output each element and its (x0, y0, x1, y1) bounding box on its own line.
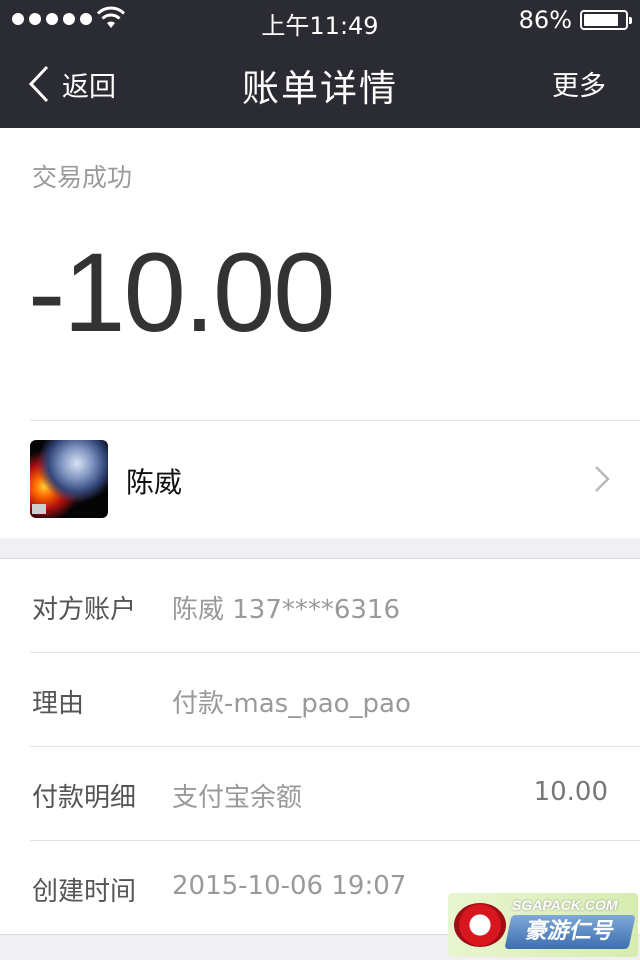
watermark-emblem-icon (454, 903, 506, 947)
battery-icon (580, 10, 632, 30)
status-bar: 上午11:49 86% (0, 0, 640, 40)
avatar-badge (32, 504, 46, 514)
detail-value: 付款-mas_pao_pao (172, 689, 411, 719)
details-list: 对方账户 陈威 137****6316 理由 付款-mas_pao_pao 付款… (0, 558, 640, 934)
detail-row-account: 对方账户 陈威 137****6316 (0, 559, 640, 653)
transaction-status: 交易成功 (32, 163, 133, 192)
watermark-name: 豪游仁号 (504, 915, 636, 949)
detail-label: 创建时间 (32, 877, 137, 907)
detail-amount: 10.00 (533, 777, 608, 807)
watermark-logo: SGAPACK.COM 豪游仁号 (448, 893, 638, 957)
page-title: 账单详情 (242, 67, 398, 110)
payee-name: 陈威 (126, 466, 183, 499)
avatar (30, 440, 108, 518)
detail-value: 陈威 137****6316 (172, 595, 401, 625)
detail-label: 对方账户 (32, 595, 137, 625)
transaction-amount: -10.00 (28, 230, 336, 355)
detail-row-payment: 付款明细 支付宝余额 10.00 (0, 747, 640, 841)
navigation-bar: 返回 账单详情 更多 (0, 40, 640, 128)
detail-row-reason: 理由 付款-mas_pao_pao (0, 653, 640, 747)
detail-label: 付款明细 (32, 783, 137, 813)
detail-value: 2015-10-06 19:07 (172, 871, 407, 901)
detail-label: 理由 (32, 689, 85, 719)
battery-fill (584, 14, 618, 26)
watermark-site: SGAPACK.COM (512, 897, 618, 913)
detail-value: 支付宝余额 (172, 783, 303, 813)
payee-row[interactable]: 陈威 (0, 421, 640, 538)
battery-percent: 86% (518, 6, 572, 34)
top-bar: 上午11:49 86% 返回 账单详情 更多 (0, 0, 640, 128)
more-button[interactable]: 更多 (552, 64, 606, 103)
chevron-right-icon (595, 466, 610, 492)
amount-card: 交易成功 -10.00 陈威 (0, 128, 640, 538)
